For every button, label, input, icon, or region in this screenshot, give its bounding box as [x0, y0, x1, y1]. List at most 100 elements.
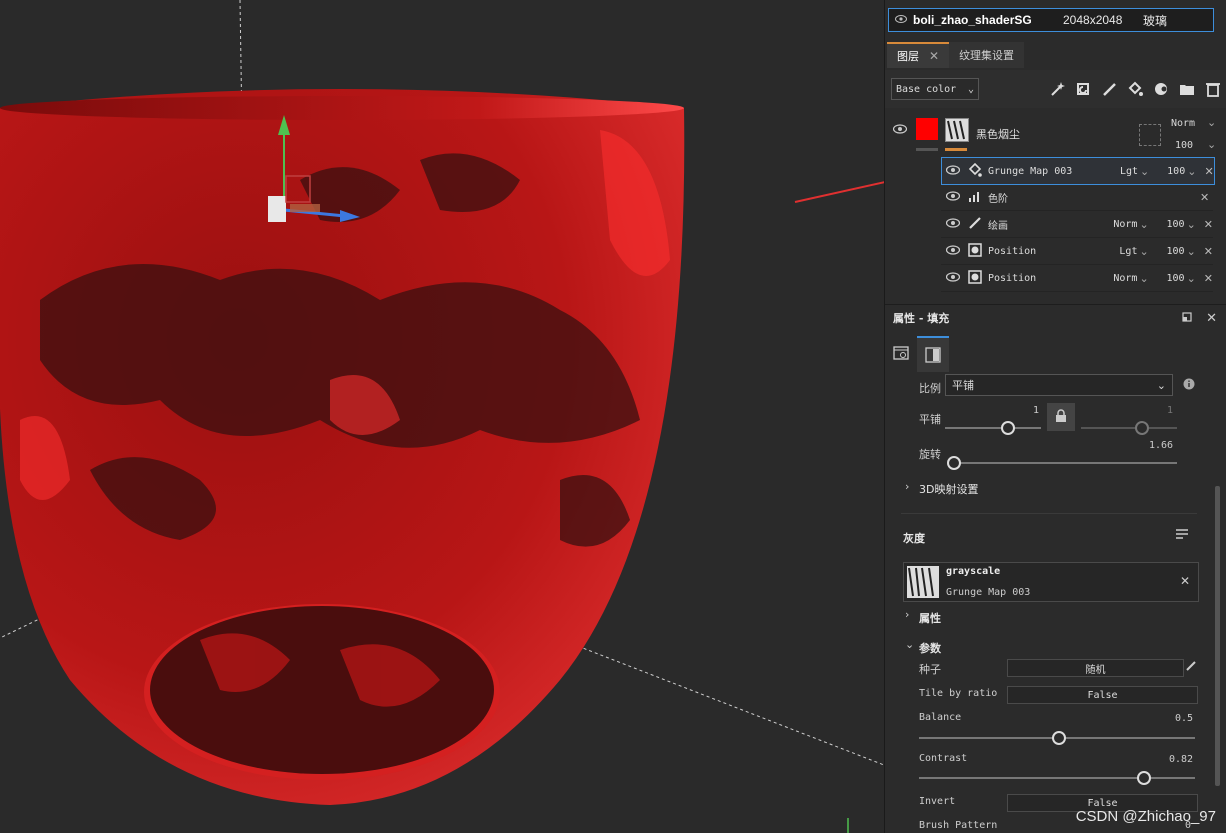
- pencil-icon[interactable]: [1185, 660, 1197, 675]
- effect-item-position-2[interactable]: Position Norm ⌄ 100 ⌄ ✕: [941, 265, 1213, 292]
- chevron-down-icon: ⌄: [1156, 378, 1166, 392]
- chevron-down-icon[interactable]: ⌄: [905, 638, 914, 651]
- eye-icon[interactable]: [892, 124, 908, 137]
- close-icon[interactable]: ✕: [1204, 218, 1213, 231]
- contrast-slider[interactable]: [919, 777, 1195, 779]
- swatch-underline: [916, 148, 938, 151]
- effect-name: Position: [988, 245, 1037, 257]
- viewport-scene: [0, 0, 884, 833]
- effect-item-position-1[interactable]: Position Lgt ⌄ 100 ⌄ ✕: [941, 238, 1213, 265]
- chevron-down-icon: ⌄: [967, 83, 974, 95]
- tab-layers[interactable]: 图层 ✕: [887, 42, 950, 68]
- effect-blend[interactable]: Norm: [1098, 219, 1137, 230]
- effect-opacity[interactable]: 100: [1149, 273, 1185, 284]
- close-icon[interactable]: ✕: [1204, 165, 1213, 178]
- grayscale-thumbnail: [907, 566, 939, 598]
- properties-scrollbar[interactable]: [1215, 486, 1220, 786]
- refresh-icon[interactable]: [1073, 79, 1093, 99]
- tiling-slider-left[interactable]: [945, 427, 1041, 429]
- right-panel: boli_zhao_shaderSG 2048x2048 玻璃 图层 ✕ 纹理集…: [884, 0, 1226, 833]
- mapping-3d-section[interactable]: 3D映射设置: [919, 481, 978, 497]
- seed-random-button[interactable]: 随机: [1007, 659, 1184, 677]
- tiling-slider-right[interactable]: [1081, 427, 1177, 429]
- fill-bucket-icon[interactable]: [1125, 79, 1145, 99]
- effect-opacity[interactable]: 100: [1149, 219, 1185, 230]
- tile-ratio-toggle[interactable]: False: [1007, 686, 1198, 704]
- brush-icon: [968, 216, 982, 233]
- info-icon[interactable]: [1183, 378, 1195, 393]
- effect-opacity[interactable]: 100: [1149, 166, 1185, 177]
- tiling-label: 平铺: [919, 413, 941, 426]
- channel-select[interactable]: Base color ⌄: [891, 78, 979, 100]
- effect-name: Grunge Map 003: [988, 165, 1073, 177]
- attributes-section[interactable]: 属性: [919, 610, 941, 626]
- effect-blend[interactable]: Norm: [1098, 273, 1137, 284]
- effect-item-paint[interactable]: 绘画 Norm ⌄ 100 ⌄ ✕: [941, 211, 1213, 238]
- chevron-right-icon[interactable]: ›: [905, 608, 909, 621]
- tab-material[interactable]: [917, 336, 949, 372]
- scale-label: 比例: [919, 382, 941, 395]
- annotation-arrow: [794, 181, 884, 203]
- effect-opacity[interactable]: 100: [1149, 246, 1185, 257]
- menu-icon[interactable]: [1175, 528, 1189, 543]
- close-icon[interactable]: ✕: [1180, 574, 1190, 588]
- contrast-slider-knob[interactable]: [1137, 771, 1151, 785]
- layer-blend-mode[interactable]: Norm: [1171, 118, 1195, 129]
- texture-set-row[interactable]: boli_zhao_shaderSG 2048x2048 玻璃: [888, 8, 1214, 32]
- lock-button[interactable]: [1047, 403, 1075, 431]
- tiling-value-right: 1: [1167, 405, 1174, 416]
- close-icon[interactable]: ✕: [929, 49, 939, 63]
- layer-opacity[interactable]: 100: [1175, 140, 1193, 151]
- tiling-slider-left-knob[interactable]: [1001, 421, 1015, 435]
- effect-blend[interactable]: Lgt: [1098, 166, 1138, 177]
- rotation-label: 旋转: [919, 448, 941, 461]
- tab-fill-settings[interactable]: [885, 336, 917, 370]
- layer-mask-placeholder: [1139, 124, 1161, 146]
- float-window-icon[interactable]: [1182, 311, 1192, 325]
- generator-icon: [968, 242, 982, 260]
- balance-slider-knob[interactable]: [1052, 731, 1066, 745]
- chevron-right-icon[interactable]: ›: [905, 480, 909, 493]
- magic-wand-icon[interactable]: [1047, 79, 1067, 99]
- layer-item[interactable]: 黑色烟尘 Norm ⌄ 100 ⌄: [885, 110, 1226, 156]
- texture-set-size: 2048x2048: [1063, 13, 1123, 27]
- rotation-value: 1.66: [1149, 440, 1174, 451]
- tab-texture-set-settings[interactable]: 纹理集设置: [949, 42, 1025, 68]
- rotation-slider-knob[interactable]: [947, 456, 961, 470]
- close-icon[interactable]: ✕: [1204, 272, 1213, 285]
- 3d-viewport[interactable]: [0, 0, 884, 833]
- eye-icon[interactable]: [945, 244, 961, 258]
- mask-underline: [945, 148, 967, 151]
- effect-item-levels[interactable]: 色阶 ✕: [941, 184, 1213, 211]
- trash-icon[interactable]: [1203, 79, 1223, 99]
- properties-header: 属性 - 填充 ✕: [885, 304, 1226, 331]
- channel-select-value: Base color: [896, 83, 957, 95]
- eye-icon[interactable]: [945, 271, 961, 285]
- close-icon[interactable]: ✕: [1206, 311, 1217, 326]
- eye-icon[interactable]: [945, 164, 961, 178]
- params-section[interactable]: 参数: [919, 640, 941, 656]
- properties-tabs: [885, 336, 1226, 372]
- mask-icon[interactable]: [1151, 79, 1171, 99]
- close-icon[interactable]: ✕: [1200, 191, 1209, 204]
- texture-set-material: 玻璃: [1143, 13, 1168, 28]
- contrast-label: Contrast: [919, 753, 968, 764]
- panel-tabs: 图层 ✕ 纹理集设置: [887, 42, 1025, 68]
- effect-name: 色阶: [988, 193, 1008, 205]
- rotation-slider[interactable]: [949, 462, 1177, 464]
- brush-icon[interactable]: [1099, 79, 1119, 99]
- effect-item-grunge[interactable]: Grunge Map 003 Lgt ⌄ 100 ⌄ ✕: [941, 157, 1215, 185]
- invert-label: Invert: [919, 796, 956, 807]
- eye-icon[interactable]: [945, 190, 961, 204]
- mask-thumbnail: [945, 118, 969, 142]
- close-icon[interactable]: ✕: [1204, 245, 1213, 258]
- effect-blend[interactable]: Lgt: [1098, 246, 1137, 257]
- properties-title: 属性 - 填充: [893, 312, 950, 325]
- scale-select[interactable]: 平铺 ⌄: [945, 374, 1173, 396]
- tiling-slider-right-knob[interactable]: [1135, 421, 1149, 435]
- eye-icon[interactable]: [945, 217, 961, 231]
- folder-icon[interactable]: [1177, 79, 1197, 99]
- grayscale-resource-slot[interactable]: grayscale Grunge Map 003 ✕: [903, 562, 1199, 602]
- fill-bucket-icon: [968, 162, 982, 180]
- eye-icon[interactable]: [895, 14, 907, 27]
